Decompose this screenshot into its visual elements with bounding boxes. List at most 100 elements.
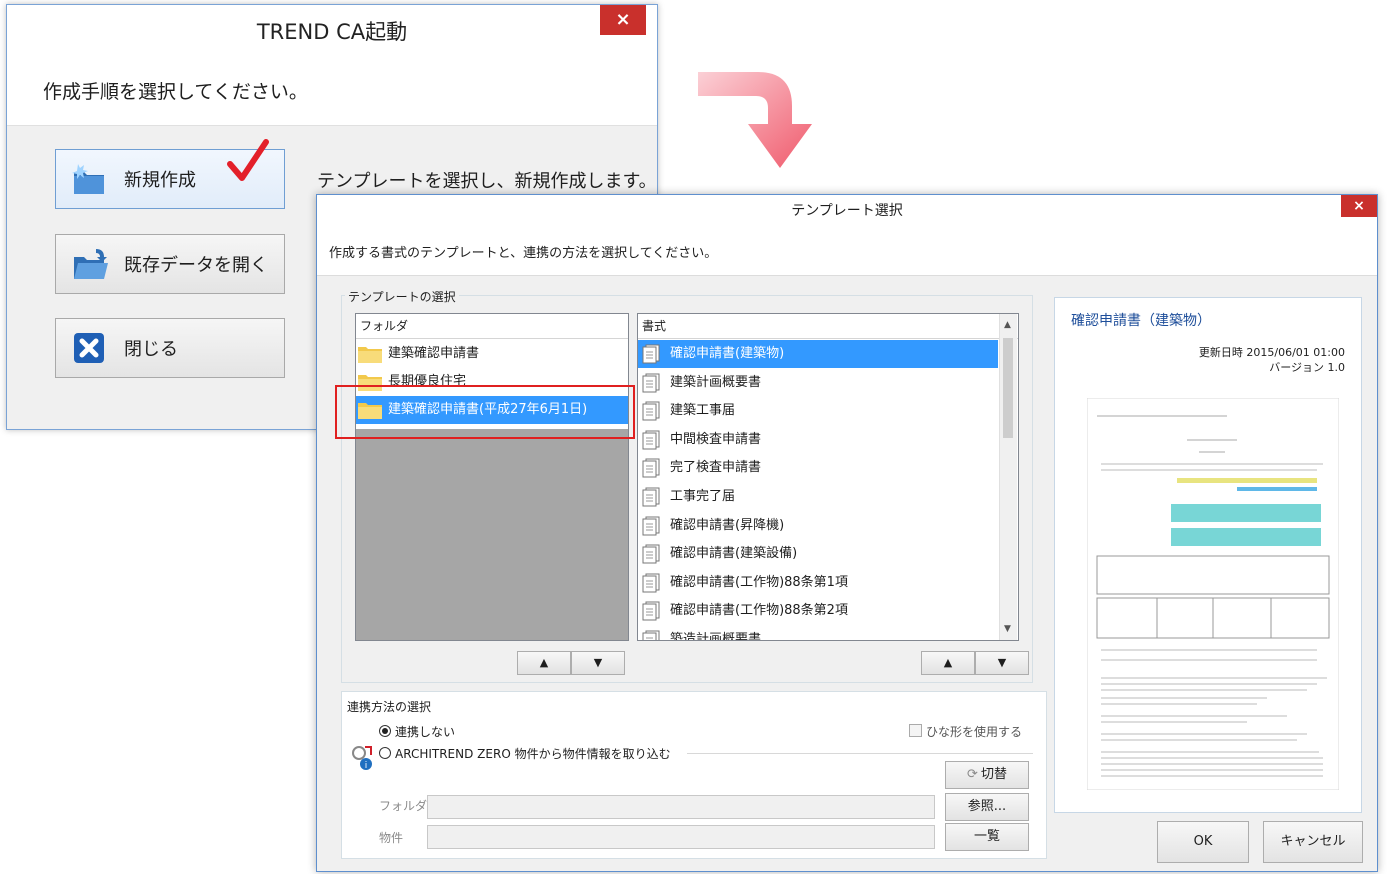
check-mark-icon xyxy=(227,139,269,181)
switch-button[interactable]: ⟳ 切替 xyxy=(945,761,1029,789)
open-existing-label: 既存データを開く xyxy=(124,255,268,276)
format-item[interactable]: 確認申請書(昇降機) xyxy=(638,512,998,540)
launcher-close-button[interactable]: × xyxy=(600,5,646,35)
format-item-label: 建築工事届 xyxy=(670,403,736,419)
new-create-description: テンプレートを選択し、新規作成します。 xyxy=(317,171,657,192)
document-icon xyxy=(640,630,662,640)
property-field[interactable] xyxy=(427,825,935,849)
document-icon xyxy=(640,373,662,393)
new-folder-icon xyxy=(72,164,104,194)
template-select-window: テンプレート選択 × 作成する書式のテンプレートと、連携の方法を選択してください… xyxy=(316,194,1378,872)
format-item-label: 築造計画概要書 xyxy=(670,632,762,641)
launcher-instruction-panel: 作成手順を選択してください。 xyxy=(7,59,657,126)
format-item-label: 確認申請書(工作物)88条第1項 xyxy=(670,574,848,590)
format-item[interactable]: 確認申請書(工作物)88条第1項 xyxy=(638,569,998,597)
radio-no-link-label: 連携しない xyxy=(395,725,456,739)
radio-no-link[interactable]: 連携しない xyxy=(379,723,455,740)
open-existing-button[interactable]: 既存データを開く xyxy=(55,234,285,294)
format-item-label: 建築計画概要書 xyxy=(670,374,762,390)
radio-architrend-dot xyxy=(379,747,391,759)
document-icon xyxy=(640,430,662,450)
flow-arrow-icon xyxy=(698,72,812,168)
radio-architrend-label: ARCHITREND ZERO 物件から物件情報を取り込む xyxy=(395,747,671,761)
format-item[interactable]: 確認申請書(建築設備) xyxy=(638,540,998,568)
document-icon xyxy=(640,487,662,507)
document-icon xyxy=(640,601,662,621)
hinagata-checkbox[interactable]: ひな形を使用する xyxy=(909,723,1022,740)
document-icon xyxy=(640,516,662,536)
property-field-label: 物件 xyxy=(379,831,404,845)
preview-panel: 確認申請書（建築物） 更新日時 2015/06/01 01:00 バージョン 1… xyxy=(1054,297,1362,813)
format-item[interactable]: 建築工事届 xyxy=(638,397,998,425)
document-icon xyxy=(640,344,662,364)
template-group-label: テンプレートの選択 xyxy=(345,288,459,305)
format-item-label: 完了検査申請書 xyxy=(670,460,762,476)
cancel-button[interactable]: キャンセル xyxy=(1263,821,1363,863)
preview-version: バージョン 1.0 xyxy=(1269,361,1345,374)
folder-field-label: フォルダ xyxy=(379,799,428,813)
folder-list[interactable]: フォルダ 建築確認申請書 長期優良住宅 建築確認申請書(平成27年6月1日) xyxy=(355,313,629,641)
close-app-button[interactable]: 閉じる xyxy=(55,318,285,378)
format-item[interactable]: 確認申請書(建築物) xyxy=(638,340,998,368)
format-item[interactable]: 完了検査申請書 xyxy=(638,454,998,482)
format-item-label: 工事完了届 xyxy=(670,489,736,504)
format-item[interactable]: 工事完了届 xyxy=(638,483,998,511)
hinagata-checkbox-box xyxy=(909,724,922,737)
folder-field[interactable] xyxy=(427,795,935,819)
scroll-thumb[interactable] xyxy=(1003,338,1013,438)
new-create-button[interactable]: 新規作成 xyxy=(55,139,285,209)
format-item-label: 確認申請書(建築物) xyxy=(670,346,785,361)
format-down-button[interactable]: ▼ xyxy=(975,651,1029,675)
open-folder-icon xyxy=(74,249,108,279)
preview-updated: 更新日時 2015/06/01 01:00 xyxy=(1198,346,1345,359)
format-list[interactable]: 書式 確認申請書(建築物) 建築計画概要書 建築工事届中間検査申請書 完了検査申請書工… xyxy=(637,313,1019,641)
list-button[interactable]: 一覧 xyxy=(945,823,1029,851)
template-close-button[interactable]: × xyxy=(1341,195,1377,217)
new-create-label: 新規作成 xyxy=(124,170,196,191)
launcher-instruction: 作成手順を選択してください。 xyxy=(43,81,308,103)
scroll-up-icon[interactable]: ▲ xyxy=(1004,320,1011,330)
folder-header: フォルダ xyxy=(356,314,628,339)
ok-button[interactable]: OK xyxy=(1157,821,1249,863)
format-item[interactable]: 中間検査申請書 xyxy=(638,426,998,454)
format-item-label: 確認申請書(昇降機) xyxy=(670,517,785,533)
format-item[interactable]: 築造計画概要書 xyxy=(638,626,998,641)
folder-up-button[interactable]: ▲ xyxy=(517,651,571,675)
format-item-label: 中間検査申請書 xyxy=(670,431,762,447)
format-item-label: 確認申請書(建築設備) xyxy=(670,546,798,562)
radio-no-link-dot xyxy=(379,725,391,737)
divider xyxy=(687,753,1033,754)
switch-icon: ⟳ xyxy=(967,767,978,782)
template-instruction: 作成する書式のテンプレートと、連携の方法を選択してください。 xyxy=(329,246,718,261)
scroll-down-icon[interactable]: ▼ xyxy=(1004,624,1011,634)
format-scrollbar[interactable]: ▲ ▼ xyxy=(999,314,1017,640)
template-title: テンプレート選択 xyxy=(791,203,903,219)
hinagata-checkbox-label: ひな形を使用する xyxy=(926,725,1023,739)
preview-thumbnail xyxy=(1087,398,1339,790)
link-group-label: 連携方法の選択 xyxy=(347,700,432,714)
format-item-label: 確認申請書(工作物)88条第2項 xyxy=(670,603,848,619)
folder-down-button[interactable]: ▼ xyxy=(571,651,625,675)
close-app-label: 閉じる xyxy=(124,339,178,360)
folder-icon xyxy=(358,345,382,363)
format-header: 書式 xyxy=(638,314,1018,339)
svg-text:i: i xyxy=(365,761,368,771)
format-item[interactable]: 確認申請書(工作物)88条第2項 xyxy=(638,597,998,625)
document-icon xyxy=(640,401,662,421)
folder-item[interactable]: 建築確認申請書 xyxy=(356,340,628,368)
switch-label: 切替 xyxy=(980,767,1007,782)
template-instruction-panel: 作成する書式のテンプレートと、連携の方法を選択してください。 xyxy=(317,227,1377,276)
document-icon xyxy=(640,573,662,593)
format-item[interactable]: 建築計画概要書 xyxy=(638,369,998,397)
browse-button[interactable]: 参照... xyxy=(945,793,1029,821)
document-icon xyxy=(640,458,662,478)
launcher-title: TREND CA起動 xyxy=(256,20,408,44)
radio-architrend[interactable]: ARCHITREND ZERO 物件から物件情報を取り込む xyxy=(379,745,671,762)
selection-highlight-box xyxy=(335,385,635,439)
preview-title: 確認申請書（建築物） xyxy=(1071,313,1211,329)
link-info-icon: i xyxy=(352,746,372,771)
format-up-button[interactable]: ▲ xyxy=(921,651,975,675)
folder-list-empty-area xyxy=(356,429,628,640)
folder-item-label: 建築確認申請書 xyxy=(388,346,480,361)
document-icon xyxy=(640,544,662,564)
